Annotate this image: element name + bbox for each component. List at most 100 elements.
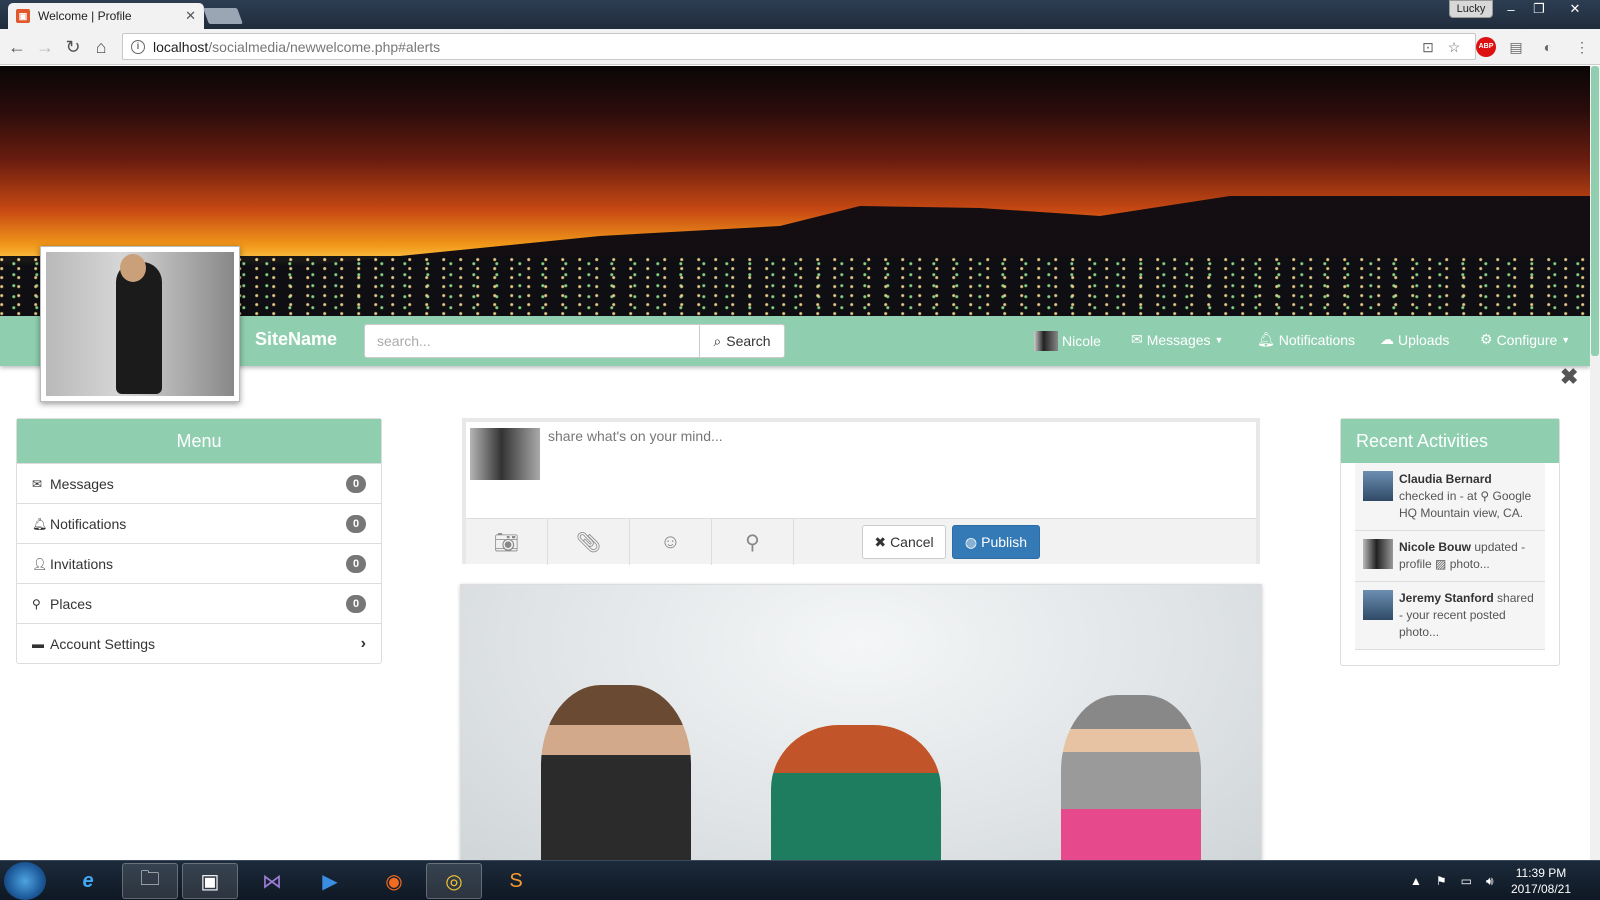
browser-menu-icon[interactable]: ⋮: [1572, 37, 1592, 57]
restore-icon[interactable]: ❐: [1524, 0, 1554, 18]
activity-item[interactable]: Jeremy Stanford shared - your recent pos…: [1355, 582, 1545, 650]
smiley-icon[interactable]: ☺: [630, 519, 712, 565]
nav-configure[interactable]: ⚙ Configure ▼: [1480, 331, 1570, 348]
visual-studio-icon[interactable]: ⋈: [244, 863, 300, 899]
menu-title: Menu: [17, 419, 381, 463]
menu-item-label: Account Settings: [50, 635, 156, 652]
file-explorer-icon[interactable]: 🗀: [122, 863, 178, 899]
system-tray: ▲ ⚑ ▭ 🔊︎: [1410, 861, 1494, 900]
close-icon[interactable]: ✖: [1560, 364, 1578, 390]
menu-item-label: Messages: [50, 475, 114, 492]
activity-item[interactable]: Nicole Bouw updated - profile ▨ photo...: [1355, 531, 1545, 582]
new-tab-button[interactable]: [203, 8, 243, 24]
nav-notifications-label: Notifications: [1278, 331, 1356, 348]
windows-taskbar: e 🗀 ▣ ⋈ ▶ ◉ ◎ S ▲ ⚑ ▭ 🔊︎ 11:39 PM 2017/0…: [0, 860, 1600, 900]
picture-icon: ▨: [1435, 557, 1447, 571]
user-avatar: [1034, 331, 1058, 351]
site-info-icon[interactable]: i: [131, 39, 145, 54]
cogs-icon: ⚙: [1480, 331, 1493, 347]
envelope-icon: ✉: [1131, 331, 1143, 347]
publish-button-label: Publish: [981, 534, 1028, 550]
network-icon[interactable]: ▭: [1461, 874, 1472, 888]
menu-item-notifications[interactable]: 🔔︎ Notifications 0: [17, 503, 381, 543]
home-icon[interactable]: ⌂: [90, 36, 112, 58]
avatar: [1363, 539, 1393, 569]
post-image[interactable]: [460, 584, 1262, 860]
action-center-flag-icon[interactable]: ⚑: [1436, 874, 1447, 888]
caret-down-icon: ▼: [1561, 334, 1571, 345]
extension-shield-icon[interactable]: ◐: [1538, 37, 1558, 57]
adblock-icon[interactable]: ABP: [1476, 37, 1496, 57]
count-badge: 0: [346, 594, 366, 613]
window-close-icon[interactable]: ✕: [1560, 0, 1590, 18]
nav-uploads[interactable]: ☁ Uploads: [1380, 331, 1449, 348]
activity-text: Claudia Bernard checked in - at ⚲ Google…: [1399, 471, 1537, 522]
cover-photo: [0, 66, 1600, 316]
map-marker-icon[interactable]: ⚲: [712, 519, 794, 565]
start-button-icon[interactable]: [4, 862, 46, 900]
browser-profile-chip[interactable]: Lucky: [1449, 0, 1493, 18]
activity-user[interactable]: Jeremy Stanford: [1399, 591, 1494, 605]
menu-item-label: Invitations: [50, 555, 114, 572]
browser-tabstrip: ▣ Welcome | Profile ✕ Lucky – ❐ ✕: [0, 0, 1600, 29]
profile-figure-head: [120, 254, 146, 282]
publish-button[interactable]: ◍ Publish: [952, 525, 1040, 559]
chrome-icon[interactable]: ◎: [426, 863, 482, 899]
translate-icon[interactable]: ⊡: [1418, 37, 1438, 57]
firefox-icon[interactable]: ◉: [366, 863, 422, 899]
map-marker-icon: ⚲: [32, 596, 41, 611]
extension-icon[interactable]: ▤: [1506, 37, 1526, 57]
composer-toolbar: 📷︎ 📎︎ ☺ ⚲ ✖ Cancel ◍ Publish: [466, 518, 1256, 565]
nav-user[interactable]: Nicole: [1034, 331, 1101, 351]
media-player-icon[interactable]: ▣: [182, 863, 238, 899]
paperclip-icon[interactable]: 📎︎: [548, 519, 630, 565]
sublime-text-icon[interactable]: S: [488, 863, 544, 899]
activity-user[interactable]: Claudia Bernard: [1399, 472, 1492, 486]
menu-item-places[interactable]: ⚲ Places 0: [17, 583, 381, 623]
nav-user-label: Nicole: [1062, 333, 1101, 349]
side-menu: Menu ✉ Messages 0 🔔︎ Notifications 0 👤︎ …: [16, 418, 382, 664]
briefcase-icon: ▬: [32, 636, 44, 651]
volume-icon[interactable]: 🔊︎: [1486, 874, 1494, 889]
back-icon[interactable]: ←: [6, 36, 28, 58]
scrollbar-thumb[interactable]: [1591, 66, 1599, 356]
internet-explorer-icon[interactable]: e: [60, 863, 116, 899]
activity-item[interactable]: Claudia Bernard checked in - at ⚲ Google…: [1355, 463, 1545, 531]
camera-icon[interactable]: 📷︎: [466, 519, 548, 565]
clock-time: 11:39 PM: [1515, 866, 1567, 880]
recent-activities-panel: Recent Activities Claudia Bernard checke…: [1340, 418, 1560, 666]
composer-input[interactable]: share what's on your mind...: [548, 428, 723, 444]
city-lights: [0, 256, 1600, 316]
forward-icon[interactable]: →: [34, 36, 56, 58]
menu-item-account-settings[interactable]: ▬ Account Settings ›: [17, 623, 381, 663]
page-content: SiteName ⌕ Search Nicole ✉ Messages ▼ 🔔︎…: [0, 66, 1600, 860]
tray-expand-icon[interactable]: ▲: [1410, 874, 1422, 888]
search-button[interactable]: ⌕ Search: [699, 324, 785, 358]
minimize-icon[interactable]: –: [1496, 0, 1526, 18]
activity-user[interactable]: Nicole Bouw: [1399, 540, 1471, 554]
search-input[interactable]: [364, 324, 700, 358]
nav-notifications[interactable]: 🔔︎ Notifications: [1257, 331, 1355, 348]
nav-messages[interactable]: ✉ Messages ▼: [1131, 331, 1223, 348]
address-bar[interactable]: i localhost/socialmedia/newwelcome.php#a…: [122, 33, 1476, 60]
count-badge: 0: [346, 514, 366, 533]
activity-tail: photo...: [1449, 557, 1490, 571]
clock-date: 2017/08/21: [1510, 882, 1572, 896]
cancel-button[interactable]: ✖ Cancel: [862, 525, 946, 559]
profile-figure: [116, 262, 162, 394]
taskbar-clock[interactable]: 11:39 PM 2017/08/21: [1506, 865, 1576, 897]
chevron-right-icon: ›: [360, 634, 366, 652]
site-favicon-icon: ▣: [16, 9, 30, 23]
reload-icon[interactable]: ↻: [62, 36, 84, 58]
site-brand[interactable]: SiteName: [255, 329, 337, 350]
map-marker-icon: ⚲: [1480, 489, 1490, 503]
play-icon[interactable]: ▶: [302, 863, 358, 899]
profile-picture[interactable]: [40, 246, 240, 402]
dancer-figure: [771, 725, 941, 860]
browser-tab[interactable]: ▣ Welcome | Profile ✕: [8, 3, 204, 29]
menu-item-messages[interactable]: ✉ Messages 0: [17, 463, 381, 503]
dancer-figure: [1061, 695, 1201, 860]
menu-item-invitations[interactable]: 👤︎ Invitations 0: [17, 543, 381, 583]
tab-close-icon[interactable]: ✕: [185, 8, 196, 24]
bookmark-star-icon[interactable]: ☆: [1444, 37, 1464, 57]
